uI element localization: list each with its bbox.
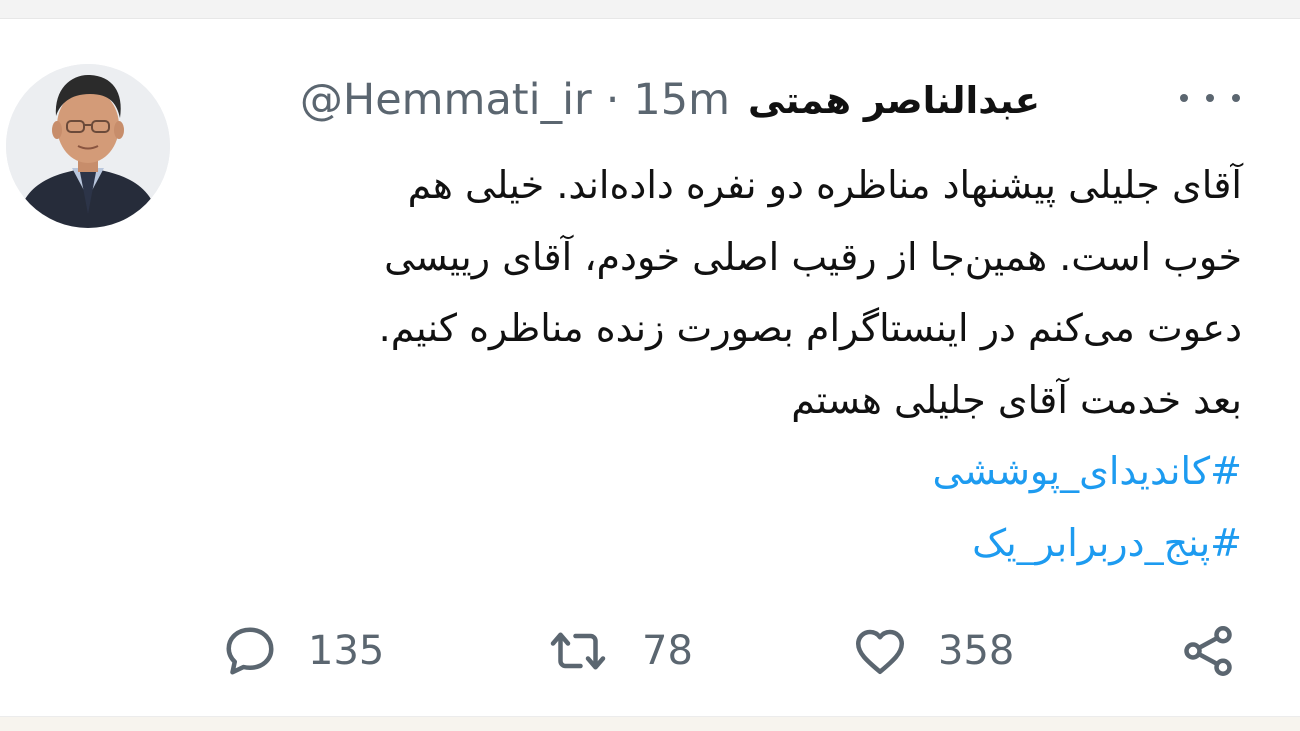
share-icon — [1178, 621, 1238, 681]
heart-icon — [850, 621, 910, 681]
retweet-button[interactable]: 78 — [542, 616, 693, 686]
tweet-meta: @Hemmati_ir · 15m — [300, 75, 730, 125]
more-horizontal-icon — [1232, 94, 1240, 102]
share-button[interactable] — [1178, 616, 1238, 686]
tweet-text-line: خوب است. همین‌جا از رقیب اصلی خودم، آقای… — [384, 234, 1242, 279]
author-display-name[interactable]: عبدالناصر همتی — [748, 79, 1040, 122]
tweet-body: آقای جلیلی پیشنهاد مناظره دو نفره داده‌ا… — [200, 150, 1242, 579]
author-handle[interactable]: @Hemmati_ir — [300, 75, 592, 125]
top-edge — [0, 0, 1300, 19]
tweet-actions: 135 78 358 — [0, 616, 1300, 686]
hashtag-link[interactable]: #پنج_دربرابر_یک — [200, 508, 1242, 580]
meta-separator: · — [605, 75, 620, 125]
tweet-header: @Hemmati_ir · 15m عبدالناصر همتی — [210, 68, 1040, 132]
like-count: 358 — [938, 628, 1015, 674]
hashtag-link[interactable]: #کاندیدای_پوششی — [200, 436, 1242, 508]
bottom-edge — [0, 716, 1300, 731]
more-horizontal-icon — [1180, 94, 1188, 102]
more-options-button[interactable] — [1180, 88, 1240, 108]
tweet-text-line: بعد خدمت آقای جلیلی هستم — [791, 377, 1242, 422]
tweet-timestamp[interactable]: 15m — [633, 75, 730, 125]
reply-button[interactable]: 135 — [220, 616, 384, 686]
avatar[interactable] — [6, 64, 170, 228]
tweet-text-line: آقای جلیلی پیشنهاد مناظره دو نفره داده‌ا… — [407, 163, 1242, 207]
tweet-text-line: دعوت می‌کنم در اینستاگرام بصورت زنده منا… — [378, 306, 1242, 350]
like-button[interactable]: 358 — [850, 616, 1014, 686]
more-horizontal-icon — [1206, 94, 1214, 102]
comment-bubble-icon — [220, 621, 280, 681]
reply-count: 135 — [308, 628, 385, 674]
avatar-portrait — [6, 64, 170, 228]
retweet-icon — [542, 621, 614, 681]
retweet-count: 78 — [642, 628, 693, 674]
